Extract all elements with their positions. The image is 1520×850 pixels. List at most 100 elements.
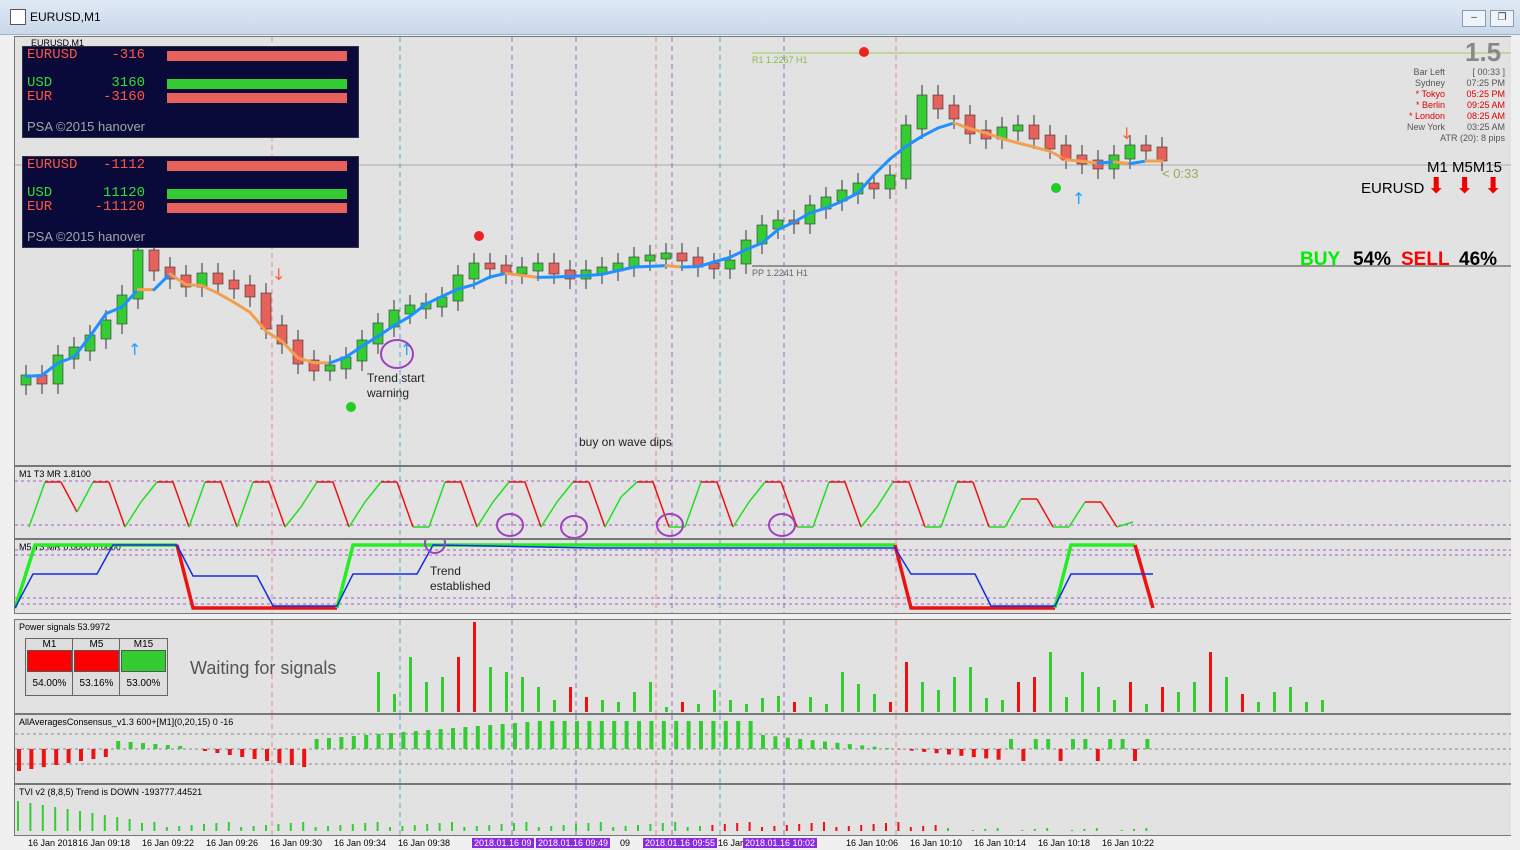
tvi-bar [178,826,181,831]
consensus-bar [488,725,493,749]
power-bar [697,704,700,712]
consensus-bar [463,727,468,749]
time-label: 16 Jan 09:38 [398,838,451,848]
power-bar [665,707,668,712]
power-percent: 54.00% [32,678,67,689]
bull-candle [1012,124,1024,132]
bull-candle [900,124,912,180]
tvi-bar [475,826,478,831]
power-signals-panel[interactable]: Power signals 53.9972 M1 54.00% M5 53.16… [14,619,1512,714]
averages-consensus-panel[interactable]: AllAveragesConsensus_v1.3 600+[M1](0,20,… [14,714,1512,784]
spread-value: 1.5 [1465,37,1502,67]
power-bar [553,700,556,712]
psa-pair-value: -1112 [102,157,145,173]
tvi-bar [686,827,689,831]
power-bar [521,677,524,712]
power-bar [1017,682,1020,712]
london-label: * London [1408,111,1445,121]
tvi-bar [699,826,701,831]
minimize-button[interactable]: – [1462,10,1486,27]
t3-oscillator-segment [396,481,414,528]
consensus-bar [637,721,641,749]
tvi-canvas[interactable] [15,785,1511,835]
consensus-bar [810,740,815,749]
power-tf-label: M15 [133,639,154,650]
consensus-bar [227,749,232,755]
tvi-bar [773,826,776,831]
bull-candle [324,364,336,372]
tvi-bar [872,824,875,831]
power-bar [1241,694,1244,712]
power-color-cell [27,650,72,672]
t3-moving-average-segment [488,271,508,279]
yin-yang-sell-icon [474,231,484,241]
power-bar [873,694,876,712]
psa-usd-bar [167,79,347,89]
main-price-chart[interactable]: EURUSD,M1 ↑ ↑ ↑ ↓ ↓ ↓ EURUSD -316 USD 3160 EU… [14,36,1512,466]
power-bar [1161,687,1164,712]
consensus-bar [327,738,331,749]
price-scale[interactable] [1511,36,1520,836]
power-bar [729,700,732,712]
bull-candle [660,252,672,260]
t3-oscillator-segment [1100,501,1118,528]
tvi-bar [17,801,19,831]
consensus-bar [17,749,21,771]
consensus-canvas[interactable] [15,715,1511,783]
tvi-bar [376,822,379,831]
power-tf-label: M5 [89,639,104,650]
time-label: 16 Jan 09:22 [142,838,195,848]
tvi-bar [289,823,292,831]
tvi-bar [748,822,751,831]
t3-oscillator-segment [60,481,78,513]
t3-oscillator-segment [972,481,990,528]
maximize-button[interactable]: ❐ [1490,10,1514,27]
m1-indicator-canvas[interactable] [15,467,1511,538]
tvi-bar [463,827,466,831]
power-bar [1033,677,1036,712]
consensus-bar [79,749,83,761]
tvi-panel[interactable]: TVI v2 (8,8,5) Trend is DOWN -193777.445… [14,784,1512,836]
consensus-bar [971,749,976,758]
m5-indicator-canvas[interactable] [15,540,1511,613]
bear-candle [676,252,688,262]
t3-oscillator-segment [1036,498,1054,528]
power-bar [857,684,860,712]
t3-oscillator-segment [348,501,366,528]
consensus-bar [277,749,282,763]
consensus-bar [711,721,716,749]
symbol-label: EURUSD [1361,180,1425,197]
time-label-highlight: 2018.01.16 10:02 [743,838,818,848]
atr-label: ATR (20): 8 pips [1440,133,1505,143]
tvi-bar [823,822,825,831]
power-bar [633,692,636,712]
consensus-bar [451,728,455,749]
bear-candle [1044,134,1056,150]
power-bar [1129,682,1132,712]
r1-level-label: R1 1.2267 H1 [752,55,808,65]
bear-candle [212,272,224,285]
t3-moving-average-segment [1080,159,1100,165]
t3-oscillator-segment [908,481,926,528]
power-color-cell [74,650,119,672]
m5-t3-indicator-panel[interactable]: M5 T3 MR 0.0000 0.0000 Trend established [14,539,1512,614]
psa-pair-label: EURUSD [27,157,78,173]
power-bar [1321,700,1324,712]
berlin-label: * Berlin [1415,100,1445,110]
tvi-bar [897,822,900,831]
consensus-bar [128,742,133,749]
tvi-bar [215,823,218,831]
tvi-bar [996,828,999,831]
power-bar [969,667,972,712]
tvi-bar [1046,828,1049,831]
consensus-bar [1145,739,1150,749]
trend-line [893,544,1055,610]
t3-oscillator-segment [540,501,558,528]
consensus-bar [575,721,579,749]
consensus-bar [141,743,145,749]
m1-t3-indicator-panel[interactable]: M1 T3 MR 1.8100 [14,466,1512,539]
psa-credit: PSA ©2015 hanover [27,229,145,244]
power-bar [1177,692,1180,712]
bull-candle [884,174,896,190]
t3-oscillator-segment [428,481,446,528]
